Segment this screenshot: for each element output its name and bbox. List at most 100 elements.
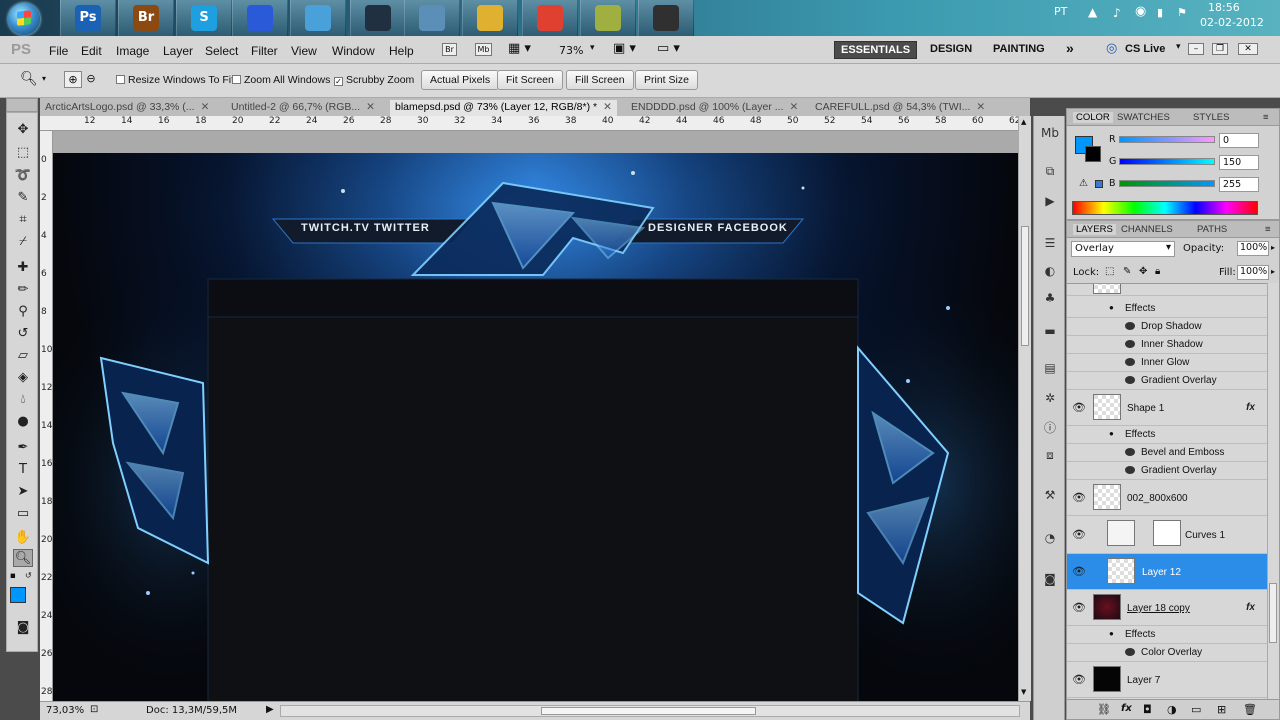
fill-input[interactable]: 100% bbox=[1237, 265, 1269, 280]
zoom-dropdown-icon[interactable]: ▾ bbox=[590, 43, 595, 53]
color-spectrum-bar[interactable] bbox=[1072, 201, 1258, 215]
scrubby-zoom-checkbox[interactable]: ✓ Scrubby Zoom bbox=[334, 74, 414, 86]
r-value-input[interactable]: 0 bbox=[1219, 133, 1259, 148]
clock-date[interactable]: 02-02-2012 bbox=[1200, 16, 1264, 29]
layer-row-selected[interactable]: 👁︎ Layer 12 bbox=[1067, 554, 1267, 590]
new-adjustment-icon[interactable]: ◑ bbox=[1167, 703, 1177, 716]
fit-screen-button[interactable]: Fit Screen bbox=[497, 70, 563, 90]
tab-color[interactable]: COLOR bbox=[1073, 112, 1113, 123]
taskbar-image-viewer-button[interactable] bbox=[404, 0, 460, 36]
tray-arrow-icon[interactable]: ▲ bbox=[1088, 5, 1097, 19]
effects-eye-icon[interactable]: ● bbox=[1109, 303, 1114, 312]
menu-filter[interactable]: Filter bbox=[251, 44, 278, 58]
taskbar-chrome-button[interactable] bbox=[522, 0, 578, 36]
network-icon[interactable]: ▮ bbox=[1157, 6, 1163, 19]
layer-row-top-partial[interactable] bbox=[1067, 284, 1267, 296]
lasso-tool-icon[interactable]: ➰ bbox=[13, 167, 33, 185]
menu-layer[interactable]: Layer bbox=[163, 44, 193, 58]
healing-brush-tool-icon[interactable]: ✚ bbox=[13, 259, 33, 277]
effects-row[interactable]: ● Effects bbox=[1067, 426, 1267, 444]
history-panel-icon[interactable]: ⧉ bbox=[1040, 164, 1060, 182]
cs-live-button[interactable]: CS Live bbox=[1125, 43, 1165, 55]
effect-visibility-icon[interactable] bbox=[1125, 358, 1135, 366]
clone-stamp-tool-icon[interactable]: ⚲ bbox=[13, 303, 33, 321]
visibility-eye-icon[interactable]: 👁︎ bbox=[1072, 601, 1086, 614]
lock-position-icon[interactable]: ✥ bbox=[1139, 266, 1147, 277]
effect-visibility-icon[interactable] bbox=[1125, 340, 1135, 348]
tool-presets-icon[interactable]: ✲ bbox=[1040, 391, 1060, 409]
gamut-warning-icon[interactable]: ⚠ bbox=[1079, 178, 1088, 189]
opacity-dropdown-icon[interactable]: ▸ bbox=[1271, 243, 1275, 252]
zoom-level-select[interactable]: 73% bbox=[559, 44, 583, 57]
layer-name[interactable]: 002_800x600 bbox=[1127, 493, 1188, 504]
layers-scrollbar[interactable] bbox=[1267, 283, 1279, 699]
b-value-input[interactable]: 255 bbox=[1219, 177, 1259, 192]
clone-source-panel-icon[interactable]: ♣ bbox=[1040, 291, 1060, 309]
document-tab[interactable]: ENDDDD.psd @ 100% (Layer ... ✕ bbox=[626, 100, 803, 116]
taskbar-skype-button[interactable]: S bbox=[176, 0, 232, 36]
taskbar-safari-button[interactable] bbox=[290, 0, 346, 36]
tab-swatches[interactable]: SWATCHES bbox=[1117, 112, 1170, 123]
status-icon[interactable]: ⊡ bbox=[90, 704, 98, 715]
more-workspaces-icon[interactable]: » bbox=[1066, 40, 1074, 56]
zoom-all-windows-checkbox[interactable]: Zoom All Windows bbox=[232, 74, 330, 86]
effect-row[interactable]: Gradient Overlay bbox=[1067, 372, 1267, 390]
zoom-tool-icon[interactable]: 🔍︎ bbox=[20, 71, 38, 87]
effect-row[interactable]: Gradient Overlay bbox=[1067, 462, 1267, 480]
tab-paths[interactable]: PATHS bbox=[1197, 224, 1227, 235]
effects-eye-icon[interactable]: ● bbox=[1109, 429, 1114, 438]
vertical-scroll-thumb[interactable] bbox=[1021, 226, 1029, 346]
layer-fx-icon[interactable]: fx bbox=[1246, 602, 1255, 613]
menu-file[interactable]: File bbox=[49, 44, 68, 58]
close-tab-icon[interactable]: ✕ bbox=[603, 101, 612, 113]
resize-windows-checkbox[interactable]: Resize Windows To Fit bbox=[116, 74, 234, 86]
taskbar-camera-button[interactable] bbox=[638, 0, 694, 36]
opacity-input[interactable]: 100% bbox=[1237, 241, 1269, 256]
layer-row-shape1[interactable]: 👁︎ Shape 1 fx bbox=[1067, 390, 1267, 426]
layers-panel-menu-icon[interactable]: ≡ bbox=[1265, 224, 1271, 235]
cs-live-dropdown-icon[interactable]: ▾ bbox=[1176, 42, 1181, 52]
layer-name[interactable]: Layer 12 bbox=[1142, 567, 1181, 578]
delete-layer-icon[interactable]: 🗑︎ bbox=[1243, 703, 1257, 716]
visibility-eye-icon[interactable]: 👁︎ bbox=[1072, 565, 1086, 578]
brush-tool-icon[interactable]: ✏ bbox=[13, 281, 33, 299]
fill-dropdown-icon[interactable]: ▸ bbox=[1271, 267, 1275, 276]
visibility-eye-icon[interactable]: 👁︎ bbox=[1072, 528, 1086, 541]
minimize-button[interactable]: – bbox=[1188, 43, 1204, 55]
effect-row[interactable]: Drop Shadow bbox=[1067, 318, 1267, 336]
layer-name[interactable]: Layer 7 bbox=[1127, 675, 1160, 686]
close-tab-icon[interactable]: ✕ bbox=[976, 101, 985, 113]
g-value-input[interactable]: 150 bbox=[1219, 155, 1259, 170]
zoom-in-icon[interactable]: ⊕ bbox=[64, 71, 82, 88]
lock-transparent-icon[interactable]: ⬚ bbox=[1105, 266, 1114, 277]
zoom-percentage[interactable]: 73,03% bbox=[46, 705, 84, 716]
shape-tool-icon[interactable]: ▭ bbox=[13, 505, 33, 523]
pen-tool-icon[interactable]: ✒ bbox=[13, 439, 33, 457]
layer-row-curves[interactable]: 👁︎ Curves 1 bbox=[1067, 516, 1267, 554]
blur-tool-icon[interactable]: 💧︎ bbox=[13, 391, 33, 409]
layer-name[interactable]: Shape 1 bbox=[1127, 403, 1164, 414]
eraser-tool-icon[interactable]: ▱ bbox=[13, 347, 33, 365]
zoom-tool-active-icon[interactable]: 🔍︎ bbox=[13, 549, 33, 567]
horizontal-scroll-thumb[interactable] bbox=[541, 707, 756, 715]
default-colors-icon[interactable]: ◾ bbox=[10, 571, 16, 580]
launch-bridge-button[interactable]: Br bbox=[442, 43, 457, 56]
masks-panel-icon[interactable]: ◐ bbox=[1040, 264, 1060, 282]
tab-layers[interactable]: LAYERS bbox=[1073, 224, 1116, 235]
mini-bridge-button[interactable]: Mb bbox=[475, 43, 492, 56]
tab-channels[interactable]: CHANNELS bbox=[1121, 224, 1173, 235]
adjustments-panel-icon[interactable]: ☰ bbox=[1040, 236, 1060, 254]
3d-panel-icon[interactable]: ⚒ bbox=[1040, 488, 1060, 506]
lock-all-icon[interactable]: 🔒︎ bbox=[1155, 266, 1160, 277]
taskbar-photoshop-button[interactable]: Ps bbox=[60, 0, 116, 36]
paragraph-panel-icon[interactable]: ▤ bbox=[1040, 361, 1060, 379]
document-tab[interactable]: ArcticArtsLogo.psd @ 33,3% (... ✕ bbox=[40, 100, 214, 116]
menu-window[interactable]: Window bbox=[332, 44, 375, 58]
effect-row[interactable]: Bevel and Emboss bbox=[1067, 444, 1267, 462]
visibility-eye-icon[interactable]: 👁︎ bbox=[1072, 491, 1086, 504]
layers-scroll-thumb[interactable] bbox=[1269, 583, 1277, 643]
horizontal-scrollbar[interactable] bbox=[280, 705, 1020, 717]
tab-styles[interactable]: STYLES bbox=[1193, 112, 1229, 123]
tray-app-icon[interactable]: ◉ bbox=[1135, 4, 1146, 19]
menu-help[interactable]: Help bbox=[389, 44, 414, 58]
